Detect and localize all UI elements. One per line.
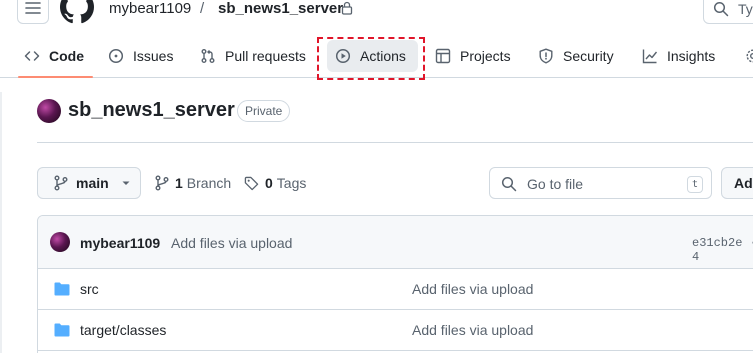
gear-icon	[746, 49, 753, 63]
lock-icon	[341, 1, 353, 15]
issue-icon	[108, 48, 124, 64]
file-name[interactable]: target/classes	[80, 322, 166, 338]
tab-label: Issues	[133, 48, 174, 64]
hamburger-icon	[25, 2, 41, 14]
left-gutter	[0, 92, 2, 353]
tab-label: Pull requests	[225, 48, 306, 64]
commit-author[interactable]: mybear1109	[80, 235, 160, 251]
header-divider	[37, 142, 753, 143]
table-row[interactable]: target/classes Add files via upload	[38, 310, 753, 351]
tab-pull-requests[interactable]: Pull requests	[192, 40, 314, 72]
branch-label: Branch	[186, 175, 232, 191]
tab-label: Security	[563, 48, 614, 64]
search-placeholder: Ty	[738, 1, 753, 17]
search-input[interactable]: Ty	[703, 0, 753, 24]
branch-count: 1	[175, 175, 183, 191]
visibility-badge: Private	[237, 100, 291, 122]
file-table: mybear1109 Add files via upload e31cb2e …	[37, 215, 753, 353]
tag-count: 0	[265, 175, 273, 191]
tab-insights[interactable]: Insights	[634, 40, 723, 72]
file-commit-message[interactable]: Add files via upload	[412, 281, 533, 297]
graph-icon	[642, 49, 658, 64]
branches-link[interactable]: 1 Branch	[155, 167, 231, 199]
go-to-file-input[interactable]: Go to file	[489, 167, 712, 199]
file-commit-message[interactable]: Add files via upload	[412, 322, 533, 338]
commit-author-avatar[interactable]	[50, 232, 70, 252]
tab-projects[interactable]: Projects	[427, 40, 519, 72]
tab-security[interactable]: Security	[530, 40, 622, 72]
tab-label: Insights	[667, 48, 716, 64]
breadcrumb-owner[interactable]: mybear1109	[109, 0, 191, 17]
keyboard-shortcut-hint: t	[687, 176, 703, 193]
folder-icon	[54, 282, 70, 296]
go-to-file-placeholder: Go to file	[527, 176, 584, 192]
branch-select-button[interactable]: main	[37, 167, 141, 199]
branch-icon	[155, 175, 169, 191]
branch-name: main	[76, 175, 109, 191]
chevron-down-icon	[122, 181, 130, 185]
tab-label: Projects	[460, 48, 511, 64]
repo-title[interactable]: sb_news1_server	[68, 99, 235, 122]
tab-settings[interactable]	[737, 40, 753, 72]
tab-code[interactable]: Code	[16, 40, 92, 72]
menu-button[interactable]	[17, 0, 49, 24]
pull-request-icon	[201, 49, 215, 63]
owner-avatar[interactable]	[37, 99, 61, 123]
tag-icon	[244, 176, 259, 190]
branch-icon	[54, 175, 68, 191]
search-icon	[713, 1, 729, 17]
latest-commit-row: mybear1109 Add files via upload e31cb2e …	[38, 216, 753, 269]
breadcrumb-repo[interactable]: sb_news1_server	[218, 0, 343, 17]
table-row[interactable]: src Add files via upload	[38, 269, 753, 310]
annotation-highlight-box	[317, 37, 425, 80]
commit-sha[interactable]: e31cb2e · 4	[692, 236, 753, 264]
table-icon	[435, 48, 451, 64]
selected-tab-underline	[18, 76, 93, 78]
commit-message[interactable]: Add files via upload	[171, 235, 292, 251]
top-header: mybear1109 / sb_news1_server Ty	[0, 0, 753, 28]
code-icon	[24, 51, 40, 61]
add-file-button[interactable]: Add	[721, 167, 753, 199]
github-logo-icon[interactable]	[60, 0, 94, 24]
search-icon	[501, 176, 517, 192]
folder-icon	[54, 323, 70, 337]
tab-issues[interactable]: Issues	[100, 40, 181, 72]
tags-link[interactable]: 0 Tags	[244, 167, 306, 199]
file-name[interactable]: src	[80, 281, 99, 297]
tab-label: Code	[49, 48, 84, 64]
tag-label: Tags	[276, 175, 307, 191]
breadcrumb-separator: /	[200, 0, 205, 17]
shield-icon	[539, 48, 553, 64]
